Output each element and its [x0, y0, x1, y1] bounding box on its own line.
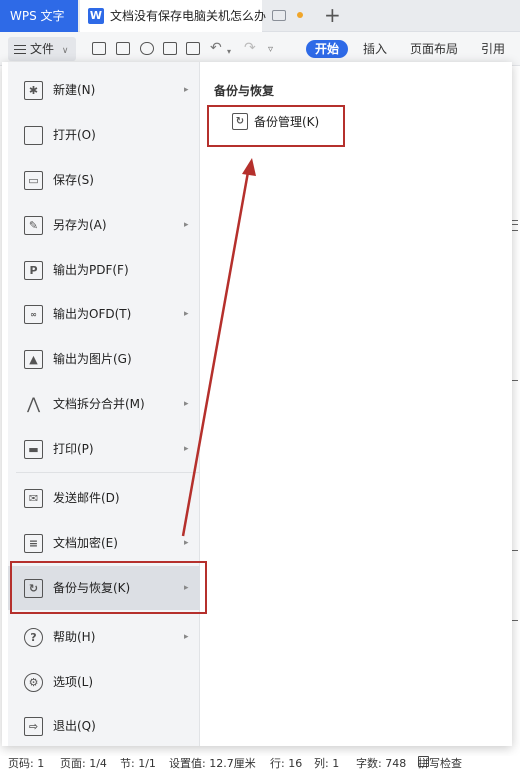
word-document-icon: W [88, 8, 104, 24]
menu-item-export-pdf[interactable]: P 输出为PDF(F) [8, 248, 200, 292]
menu-item-label: 文档拆分合并(M) [53, 397, 145, 411]
export-image-icon: ▲ [24, 350, 43, 369]
menu-item-label: 打开(O) [53, 128, 96, 142]
menu-item-label: 文档加密(E) [53, 536, 118, 550]
menu-item-new[interactable]: ✱ 新建(N) ▸ [8, 68, 200, 112]
menu-item-options[interactable]: ⚙ 选项(L) [8, 660, 200, 704]
menu-item-label: 另存为(A) [53, 218, 107, 232]
menu-item-label: 退出(Q) [53, 719, 96, 733]
status-col: 列: 1 [314, 757, 340, 770]
menu-item-help[interactable]: ? 帮助(H) ▸ [8, 615, 200, 659]
annotation-box-backup-restore [10, 561, 207, 614]
undo-dropdown-icon[interactable]: ▾ [227, 44, 231, 60]
menu-item-open[interactable]: 打开(O) [8, 113, 200, 157]
menu-item-export-ofd[interactable]: ∞ 输出为OFD(T) ▸ [8, 292, 200, 336]
menu-item-label: 保存(S) [53, 173, 94, 187]
redo-icon[interactable]: ↷ [244, 40, 256, 56]
help-icon: ? [24, 628, 43, 647]
new-tab-button[interactable]: + [324, 4, 341, 26]
menu-item-exit[interactable]: ⇨ 退出(Q) [8, 704, 200, 748]
tab-document[interactable]: W 文档没有保存电脑关机怎么办 [80, 0, 266, 32]
print-preview-icon[interactable] [186, 42, 200, 55]
menu-item-label: 输出为OFD(T) [53, 307, 132, 321]
status-page: 页码: 1 [8, 757, 45, 770]
chevron-right-icon: ▸ [184, 632, 189, 642]
open-icon[interactable] [92, 42, 106, 55]
chevron-right-icon: ▸ [184, 399, 189, 409]
file-menu-list: ✱ 新建(N) ▸ 打开(O) ▭ 保存(S) ✎ 另存为(A) ▸ P 输出为… [8, 62, 200, 746]
print-icon[interactable] [163, 42, 177, 55]
tab-wps-home[interactable]: WPS 文字 [0, 0, 78, 32]
status-section: 节: 1/1 [120, 757, 156, 770]
menu-item-label: 输出为PDF(F) [53, 263, 129, 277]
tab-bar: WPS 文字 W 文档没有保存电脑关机怎么办 + [0, 0, 520, 32]
file-menu-dropdown: ✱ 新建(N) ▸ 打开(O) ▭ 保存(S) ✎ 另存为(A) ▸ P 输出为… [2, 62, 512, 746]
menu-item-split-merge[interactable]: ⋀ 文档拆分合并(M) ▸ [8, 382, 200, 426]
quick-access-toolbar: 文件 ∨ ↶ ▾ ↷ ▿ 开始 插入 页面布局 引用 [0, 32, 520, 66]
chevron-right-icon: ▸ [184, 220, 189, 230]
hamburger-icon [14, 45, 26, 54]
share-icon[interactable] [140, 42, 154, 55]
menu-divider [16, 472, 200, 473]
file-menu-button[interactable]: 文件 ∨ [8, 37, 76, 61]
status-setting: 设置值: 12.7厘米 [169, 757, 256, 770]
menu-item-label: 帮助(H) [53, 630, 96, 644]
exit-icon: ⇨ [24, 717, 43, 736]
menu-item-label: 发送邮件(D) [53, 491, 120, 505]
unsaved-dot-icon [297, 12, 303, 18]
export-ofd-icon: ∞ [24, 305, 43, 324]
annotation-box-backup-manage [207, 105, 345, 147]
menu-item-save[interactable]: ▭ 保存(S) [8, 158, 200, 202]
tab-insert[interactable]: 插入 [363, 40, 387, 58]
mail-icon: ✉ [24, 489, 43, 508]
menu-item-label: 新建(N) [53, 83, 96, 97]
chevron-right-icon: ▸ [184, 85, 189, 95]
status-row: 行: 16 [270, 757, 303, 770]
menu-item-label: 选项(L) [53, 675, 94, 689]
menu-item-export-image[interactable]: ▲ 输出为图片(G) [8, 337, 200, 381]
menu-item-label: 打印(P) [53, 442, 94, 456]
menu-item-label: 输出为图片(G) [53, 352, 132, 366]
save-as-icon: ✎ [24, 216, 43, 235]
save-icon[interactable] [116, 42, 130, 55]
save-icon: ▭ [24, 171, 43, 190]
split-merge-icon: ⋀ [26, 394, 41, 413]
menu-item-print[interactable]: ▬ 打印(P) ▸ [8, 427, 200, 471]
document-page-edge [512, 210, 520, 750]
monitor-icon[interactable] [272, 10, 286, 21]
status-pages: 页面: 1/4 [60, 757, 107, 770]
menu-item-save-as[interactable]: ✎ 另存为(A) ▸ [8, 203, 200, 247]
tab-references[interactable]: 引用 [481, 40, 505, 58]
encrypt-document-icon: ≡ [24, 534, 43, 553]
gear-icon: ⚙ [24, 673, 43, 692]
status-bar: 页码: 1 页面: 1/4 节: 1/1 设置值: 12.7厘米 行: 16 列… [0, 756, 520, 772]
submenu-title: 备份与恢复 [214, 84, 275, 98]
tab-page-layout[interactable]: 页面布局 [410, 40, 458, 58]
menu-item-encrypt[interactable]: ≡ 文档加密(E) ▸ [8, 521, 200, 565]
chevron-right-icon: ▸ [184, 309, 189, 319]
document-tab-title: 文档没有保存电脑关机怎么办 [110, 9, 267, 23]
printer-icon: ▬ [24, 440, 43, 459]
chevron-right-icon: ▸ [184, 538, 189, 548]
export-pdf-icon: P [24, 261, 43, 280]
undo-icon[interactable]: ↶ [210, 40, 222, 56]
chevron-down-icon: ∨ [61, 46, 69, 56]
tab-home[interactable]: 开始 [306, 40, 349, 58]
open-folder-icon [24, 126, 43, 145]
menu-item-send-mail[interactable]: ✉ 发送邮件(D) [8, 476, 200, 520]
customize-toolbar-icon[interactable]: ▿ [268, 42, 273, 58]
new-document-icon: ✱ [24, 81, 43, 100]
file-menu-label: 文件 [30, 42, 55, 56]
chevron-right-icon: ▸ [184, 444, 189, 454]
spellcheck-label: 拼写检查 [418, 757, 462, 770]
status-words: 字数: 748 [356, 757, 407, 770]
